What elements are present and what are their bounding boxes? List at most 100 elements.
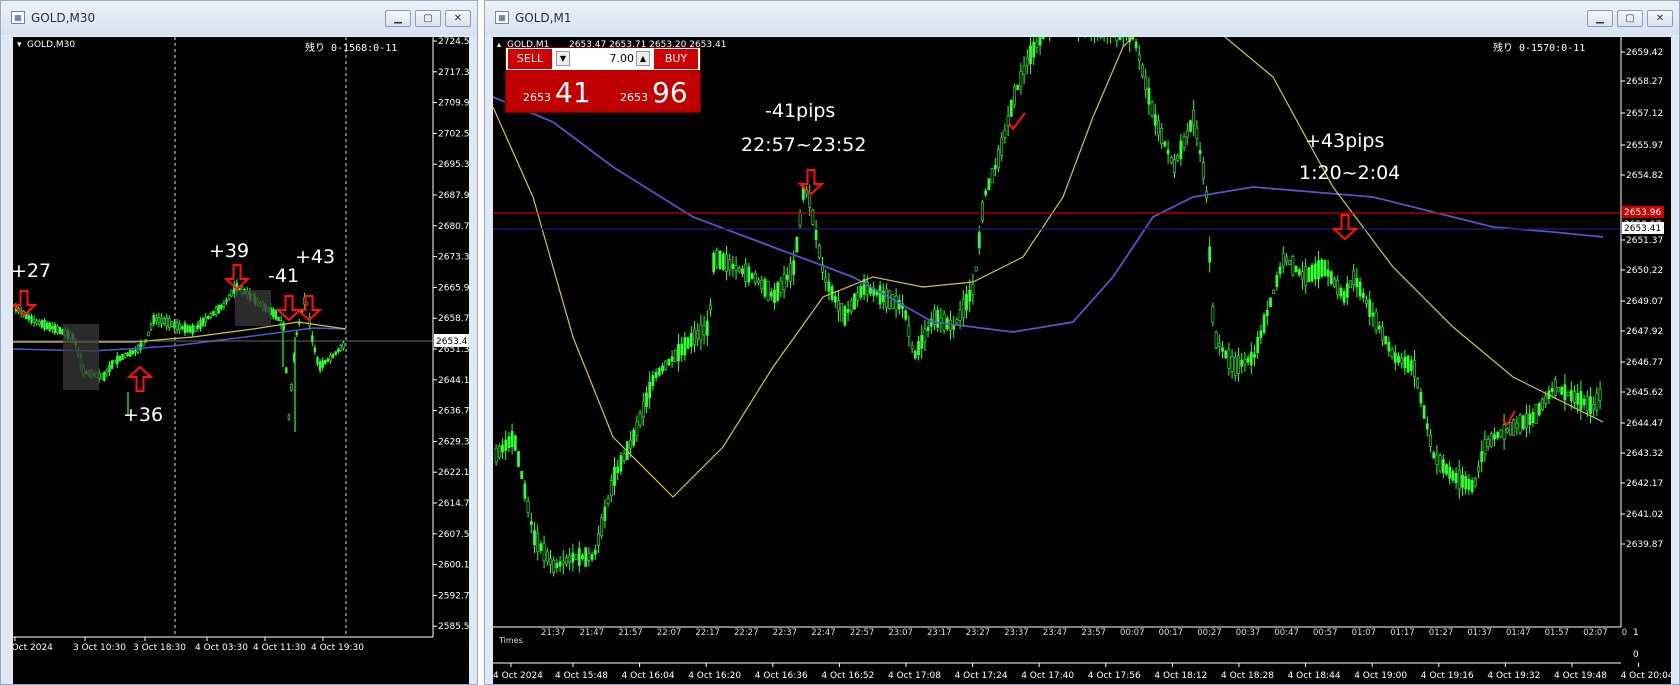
annotation-profit: +27: [13, 260, 51, 282]
candle-body: [1153, 114, 1157, 126]
time-axis-label: 4 Oct 19:16: [1421, 671, 1474, 681]
close-button[interactable]: ✕: [445, 10, 471, 27]
candle-body: [188, 326, 192, 333]
price-axis-label: 2641.02: [1626, 510, 1663, 520]
candle-body: [801, 187, 805, 200]
candle-body: [926, 326, 930, 332]
buy-button[interactable]: BUY: [654, 49, 698, 69]
price-chart-m1[interactable]: 2659.42 2658.27 2657.12 2655.97 2654.82 2651.…: [493, 37, 1671, 684]
candle-body: [1416, 378, 1420, 388]
chart-window-gold-m1[interactable]: ▦ GOLD,M1 ▁ ▢ ✕ 2659.42 2658.27 2657.12 265…: [484, 0, 1680, 685]
candle-body: [1390, 349, 1394, 357]
chart-window-icon: ▦: [495, 11, 509, 24]
candle-body: [894, 295, 898, 311]
candle-body: [600, 517, 604, 536]
time-axis-label: 4 Oct 19:00: [1354, 671, 1407, 681]
lot-size-input[interactable]: 7.00: [572, 51, 635, 66]
candle-body: [849, 300, 853, 312]
time-axis-label: 4 Oct 17:56: [1088, 671, 1141, 681]
candle-body: [1013, 86, 1016, 106]
minimize-button[interactable]: ▁: [1587, 10, 1613, 27]
candle-body: [35, 320, 38, 324]
candle-body: [1249, 351, 1253, 366]
candle-body: [693, 328, 696, 345]
price-axis-label: 2655.97: [1626, 141, 1663, 151]
candle-body: [1550, 388, 1554, 392]
indicator-time-label: 22:27: [734, 628, 759, 638]
time-axis: 3 Oct 2024 3 Oct 10:30 3 Oct 18:30 4 Oct 03…: [13, 637, 364, 653]
candle-body: [853, 293, 856, 310]
candle-body: [129, 349, 132, 357]
candle-body: [651, 375, 655, 387]
minimize-button[interactable]: ▁: [385, 10, 411, 27]
candle-body: [513, 435, 517, 451]
time-axis-label: 4 Oct 03:30: [195, 643, 248, 653]
price-axis-label: 2600.10: [438, 561, 469, 571]
window-titlebar[interactable]: ▦ GOLD,M30 ▁ ▢ ✕: [1, 1, 477, 35]
candle-body: [635, 421, 639, 437]
candle-body: [1582, 398, 1586, 406]
candle-body: [1256, 337, 1260, 353]
candle-body: [961, 299, 965, 318]
candle-body: [1025, 57, 1029, 66]
candle-body: [290, 383, 293, 391]
candle-body: [1275, 275, 1279, 287]
indicator-time-label: 02:07: [1583, 628, 1608, 638]
close-button[interactable]: ✕: [1647, 10, 1673, 27]
time-axis-label: 4 Oct 15:48: [555, 671, 608, 681]
price-axis-label: 2659.42: [1626, 48, 1663, 58]
candle-body: [987, 178, 991, 191]
candle-body: [1371, 312, 1375, 317]
symbol-dropdown-icon[interactable]: ▾: [17, 40, 22, 50]
chart-window-gold-m30[interactable]: ▦ GOLD,M30 ▁ ▢ ✕ 2724.502717.302709.9027…: [0, 0, 478, 685]
candle-body: [590, 554, 594, 560]
candle-body: [958, 309, 962, 321]
price-axis-label: 2643.32: [1626, 449, 1663, 459]
candle-body: [222, 303, 226, 307]
candle-body: [574, 554, 578, 560]
candle-body: [917, 341, 920, 356]
candle-body: [795, 236, 799, 253]
buy-signal-arrow-icon: [126, 365, 154, 392]
candle-body: [1246, 357, 1250, 363]
one-click-trading-panel[interactable]: SELL ▼ 7.00 ▲ BUY 2653 41 2653 96: [505, 47, 701, 113]
candle-body: [1240, 359, 1244, 367]
candle-body: [1566, 391, 1570, 397]
candle-body: [1592, 404, 1596, 410]
candle-body: [1285, 256, 1288, 263]
chart-window-icon: ▦: [11, 11, 25, 24]
window-titlebar[interactable]: ▦ GOLD,M1 ▁ ▢ ✕: [485, 1, 1679, 35]
time-axis-label: 4 Oct 18:12: [1154, 671, 1207, 681]
symbol-dropdown-icon[interactable]: ▴: [497, 40, 501, 49]
buy-price-button[interactable]: 2653 96: [604, 72, 699, 110]
candle-body: [152, 315, 155, 325]
candle-body: [1483, 438, 1487, 454]
maximize-button[interactable]: ▢: [415, 10, 441, 27]
candle-body: [1304, 266, 1308, 286]
lot-increase-icon[interactable]: ▲: [636, 51, 650, 66]
candle-body: [225, 299, 228, 303]
candle-body: [1009, 99, 1013, 117]
candle-body: [1512, 418, 1516, 436]
candle-body: [326, 358, 330, 362]
maximize-button[interactable]: ▢: [1617, 10, 1643, 27]
lot-decrease-icon[interactable]: ▼: [556, 51, 570, 66]
price-chart-m30[interactable]: 2724.50 2717.30 2709.90 2702.50 2695.30 2687.…: [13, 37, 469, 684]
price-axis-label: 2585.50: [438, 622, 469, 632]
candle-body: [782, 274, 786, 290]
candle-body: [1537, 403, 1541, 416]
price-axis-label: 2658.70: [438, 314, 469, 324]
candle-body: [108, 364, 111, 373]
bar-countdown: 残り 0-1568:0-11: [305, 41, 397, 54]
candle-body: [558, 561, 562, 567]
sell-button[interactable]: SELL: [508, 49, 552, 69]
candle-body: [843, 306, 847, 326]
sell-price-button[interactable]: 2653 41: [507, 72, 602, 110]
candle-body: [667, 358, 671, 366]
candle-body: [581, 555, 584, 559]
price-axis-label: 2687.90: [438, 191, 469, 201]
candle-body: [147, 331, 150, 337]
candle-body: [318, 361, 322, 371]
candle-body: [30, 316, 33, 323]
highlight-box: [63, 324, 99, 390]
